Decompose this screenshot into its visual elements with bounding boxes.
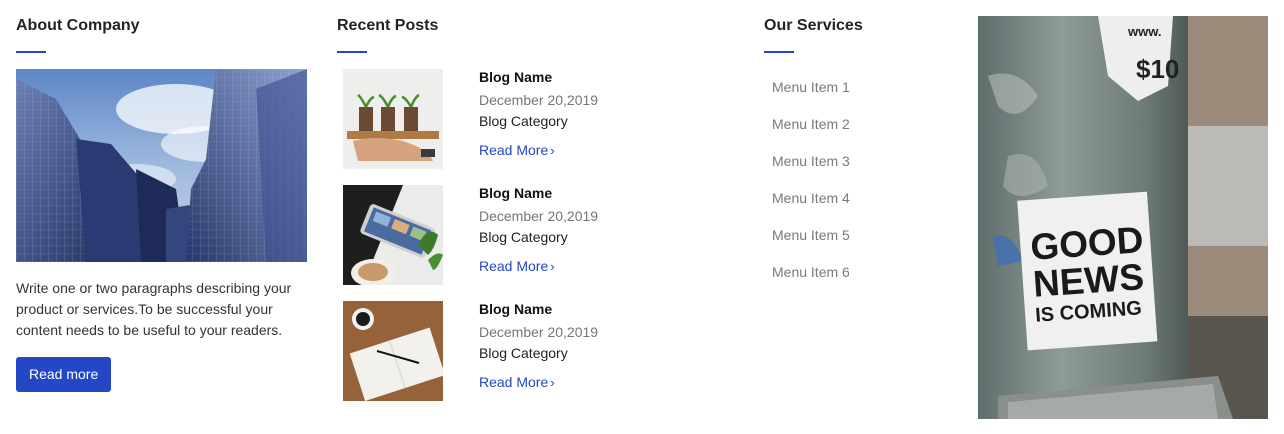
about-read-more-button[interactable]: Read more: [16, 357, 112, 392]
services-menu: Menu Item 1 Menu Item 2 Menu Item 3 Menu…: [764, 79, 944, 301]
services-menu-item[interactable]: Menu Item 4: [764, 190, 944, 227]
about-description: Write one or two paragraphs describing y…: [16, 280, 292, 338]
post-thumbnail-plants[interactable]: [343, 69, 443, 169]
about-heading: About Company: [16, 17, 140, 34]
post-read-more-link[interactable]: Read More ›: [479, 258, 555, 275]
good-news-poster-photo: www. $10 GOOD NEWS IS COMING: [978, 16, 1268, 419]
our-services-section: Our Services Menu Item 1 Menu Item 2 Men…: [764, 0, 944, 301]
post-category: Blog Category: [479, 113, 568, 129]
post-read-more-link[interactable]: Read More ›: [479, 142, 555, 159]
post-category: Blog Category: [479, 229, 568, 245]
heading-underline: [337, 51, 367, 53]
post-thumbnail-notebook[interactable]: [343, 301, 443, 401]
post-title[interactable]: Blog Name: [479, 301, 709, 317]
post-body: Blog Name December 20,2019 Blog Category…: [479, 69, 709, 160]
services-menu-item[interactable]: Menu Item 2: [764, 116, 944, 153]
about-company-image: [16, 69, 307, 262]
services-menu-item[interactable]: Menu Item 6: [764, 264, 944, 301]
poster-price-text: $10: [1136, 54, 1179, 84]
services-menu-item[interactable]: Menu Item 5: [764, 227, 944, 264]
post-date: December 20,2019: [479, 92, 599, 108]
post-item: Blog Name December 20,2019 Blog Category…: [343, 69, 713, 169]
heading-underline: [16, 51, 46, 53]
poster-www-text: www.: [1127, 24, 1161, 39]
post-body: Blog Name December 20,2019 Blog Category…: [479, 185, 709, 276]
post-title[interactable]: Blog Name: [479, 185, 709, 201]
services-menu-item[interactable]: Menu Item 1: [764, 79, 944, 116]
post-item: Blog Name December 20,2019 Blog Category…: [343, 301, 713, 401]
post-date: December 20,2019: [479, 324, 599, 340]
chevron-right-icon: ›: [550, 259, 555, 274]
chevron-right-icon: ›: [550, 143, 555, 158]
read-more-label: Read More: [479, 374, 549, 390]
about-company-section: About Company Write one or two paragraph…: [16, 0, 307, 392]
post-category: Blog Category: [479, 345, 568, 361]
post-read-more-link[interactable]: Read More ›: [479, 374, 555, 391]
heading-underline: [764, 51, 794, 53]
services-menu-item[interactable]: Menu Item 3: [764, 153, 944, 190]
post-thumbnail-phone[interactable]: [343, 185, 443, 285]
recent-posts-heading: Recent Posts: [337, 17, 439, 34]
read-more-label: Read More: [479, 258, 549, 274]
post-title[interactable]: Blog Name: [479, 69, 709, 85]
post-date: December 20,2019: [479, 208, 599, 224]
read-more-label: Read More: [479, 142, 549, 158]
services-heading: Our Services: [764, 17, 863, 34]
post-body: Blog Name December 20,2019 Blog Category…: [479, 301, 709, 392]
chevron-right-icon: ›: [550, 375, 555, 390]
recent-posts-section: Recent Posts Blog Name December 20,2019 …: [337, 0, 717, 401]
post-item: Blog Name December 20,2019 Blog Category…: [343, 185, 713, 285]
